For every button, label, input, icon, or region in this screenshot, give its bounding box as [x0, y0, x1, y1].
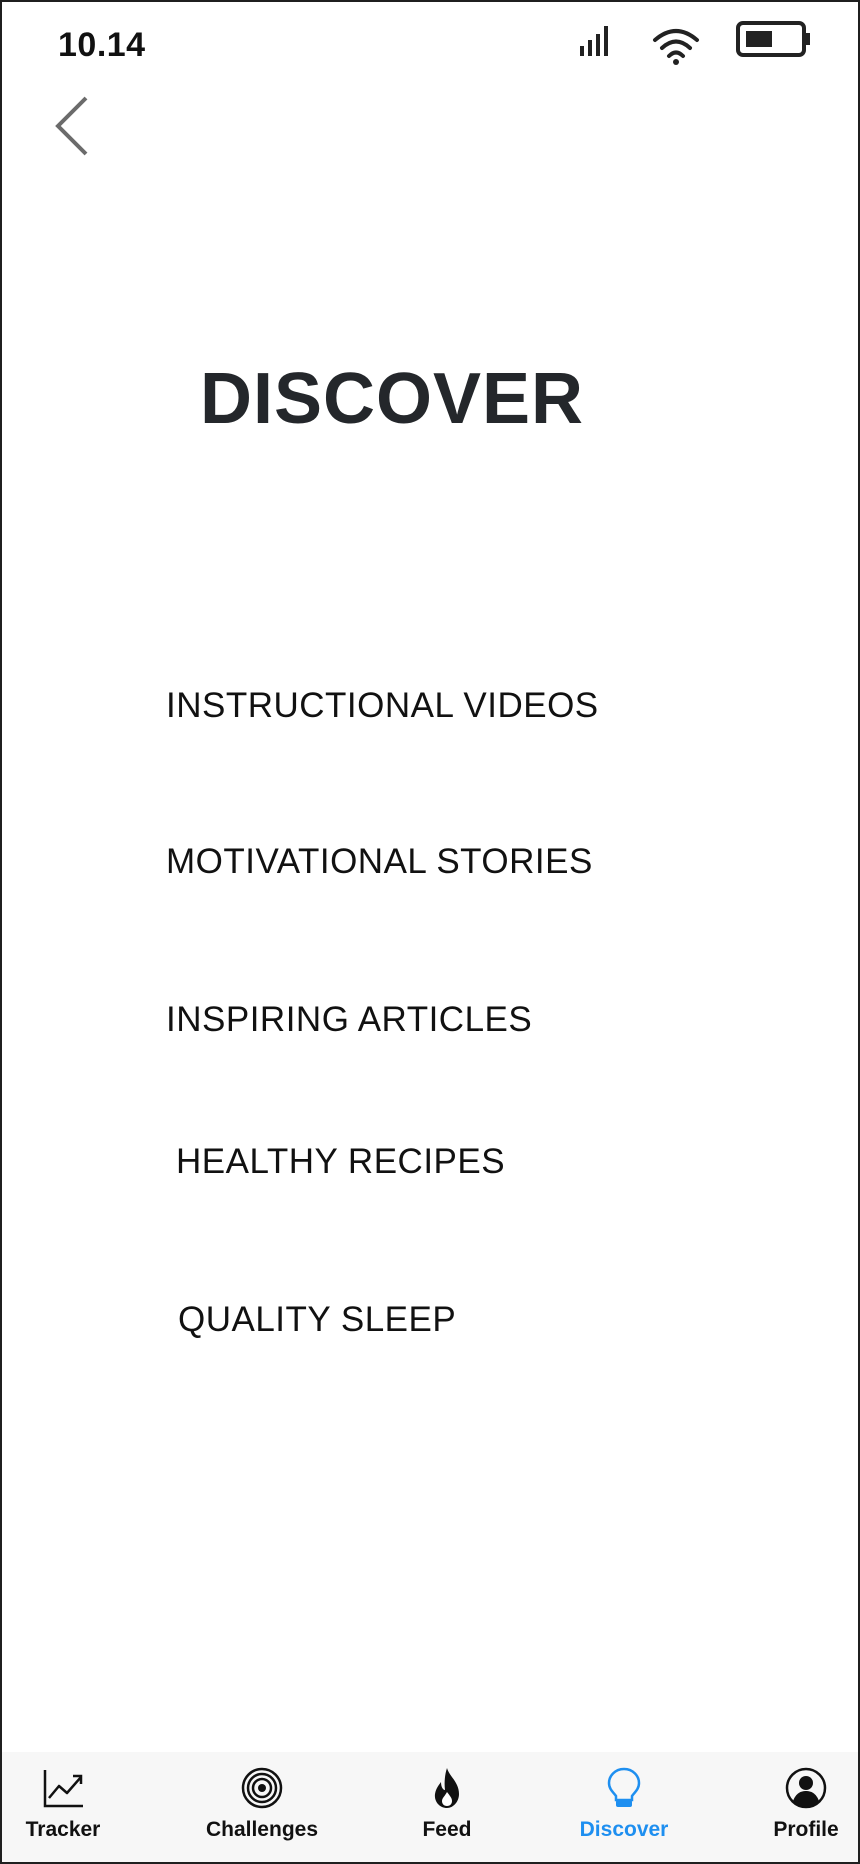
user-circle-icon [785, 1767, 827, 1809]
nav-item-challenges[interactable]: Challenges [198, 1752, 326, 1862]
back-button[interactable] [52, 94, 92, 158]
menu-item-quality-sleep[interactable]: QUALITY SLEEP [178, 1300, 456, 1340]
status-time: 10.14 [58, 26, 146, 64]
flame-icon [434, 1768, 459, 1808]
page-title: DISCOVER [199, 359, 585, 439]
nav-label-feed: Feed [422, 1818, 472, 1841]
menu-item-healthy-recipes[interactable]: HEALTHY RECIPES [176, 1142, 505, 1182]
nav-item-tracker[interactable]: Tracker [20, 1752, 106, 1862]
bottom-nav: Tracker Challenges Feed Discover Profile [2, 1752, 858, 1862]
wifi-icon [653, 29, 699, 65]
nav-label-discover: Discover [579, 1818, 669, 1841]
lightbulb-icon [607, 1767, 641, 1807]
nav-item-feed[interactable]: Feed [412, 1752, 482, 1862]
battery-icon [736, 21, 810, 57]
nav-label-tracker: Tracker [25, 1818, 101, 1841]
nav-item-profile[interactable]: Profile [772, 1752, 840, 1862]
menu-item-instructional-videos[interactable]: INSTRUCTIONAL VIDEOS [166, 686, 599, 726]
nav-label-challenges: Challenges [205, 1818, 319, 1841]
nav-item-discover[interactable]: Discover [574, 1752, 674, 1862]
menu-item-motivational-stories[interactable]: MOTIVATIONAL STORIES [166, 842, 593, 882]
nav-label-profile: Profile [773, 1818, 839, 1841]
target-icon [241, 1767, 283, 1809]
trend-chart-icon [43, 1770, 83, 1808]
signal-icon [580, 26, 608, 56]
menu-item-inspiring-articles[interactable]: INSPIRING ARTICLES [166, 1000, 532, 1040]
app-screen: 10.14 DISCOVER INSTRUCTIONAL VIDEOS MOTI… [0, 0, 860, 1864]
